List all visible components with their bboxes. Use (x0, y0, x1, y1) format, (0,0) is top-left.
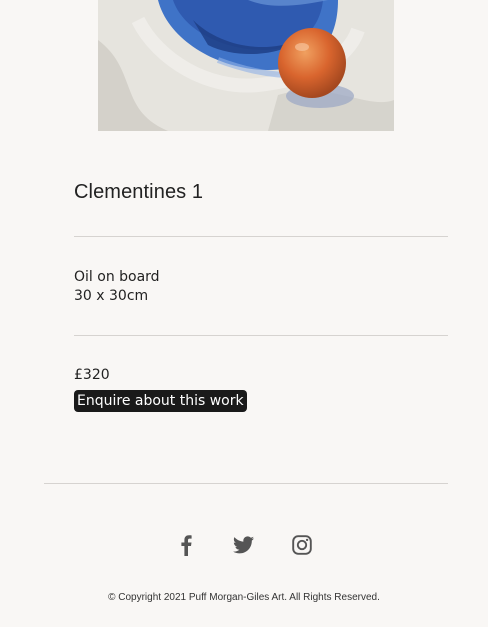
artwork-page: Clementines 1 Oil on board 30 x 30cm £32… (0, 0, 488, 627)
artwork-title: Clementines 1 (74, 181, 204, 203)
copyright-text: © Copyright 2021 Puff Morgan-Giles Art. … (108, 592, 380, 603)
artwork-image (98, 0, 394, 131)
artwork-price: £320 (74, 367, 110, 383)
divider (74, 236, 448, 237)
enquire-button[interactable]: Enquire about this work (74, 390, 247, 412)
instagram-icon[interactable] (290, 533, 314, 557)
artwork-medium: Oil on board (74, 269, 160, 285)
divider (74, 335, 448, 336)
facebook-icon[interactable] (174, 533, 198, 557)
artwork-size: 30 x 30cm (74, 288, 149, 304)
twitter-icon[interactable] (231, 533, 255, 557)
footer-divider (44, 483, 448, 484)
